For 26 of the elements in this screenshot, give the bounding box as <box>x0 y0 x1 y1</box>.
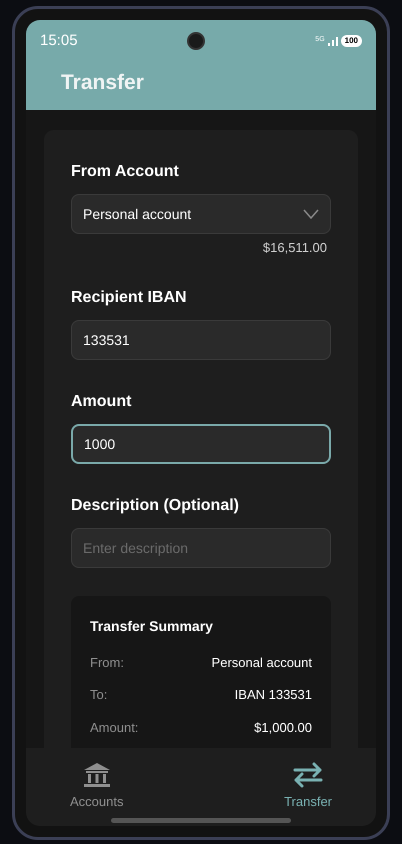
summary-value: Personal account <box>212 654 312 672</box>
bank-icon <box>82 762 111 788</box>
balance-text: $16,511.00 <box>262 239 327 257</box>
summary-title: Transfer Summary <box>90 616 214 636</box>
battery-indicator: 100 <box>340 35 362 47</box>
summary-label: To: <box>90 686 108 704</box>
signal-icon <box>328 36 338 46</box>
field-label: Recipient IBAN <box>71 288 188 308</box>
input-field[interactable]: Enter description <box>71 528 331 568</box>
camera-hole <box>187 32 206 50</box>
status-time: 15:05 <box>40 30 78 51</box>
summary-label: Amount: <box>90 718 138 736</box>
nav-tab[interactable]: Accounts <box>70 762 124 826</box>
summary-label: From: <box>90 654 124 672</box>
field-label: From Account <box>71 162 180 182</box>
nav-tab[interactable]: Transfer <box>284 762 332 826</box>
field-label: Description (Optional) <box>71 496 240 516</box>
summary-value: $1,000.00 <box>254 718 312 736</box>
field-label: Amount <box>71 392 132 412</box>
chevron-down-icon <box>303 209 319 219</box>
account-select[interactable]: Personal account <box>71 194 331 234</box>
swap-arrows-icon <box>293 762 324 788</box>
input-field[interactable]: 133531 <box>71 320 331 360</box>
input-field[interactable]: 1000 <box>71 424 331 464</box>
summary-value: IBAN 133531 <box>234 686 312 704</box>
page-title: Transfer <box>61 70 145 96</box>
